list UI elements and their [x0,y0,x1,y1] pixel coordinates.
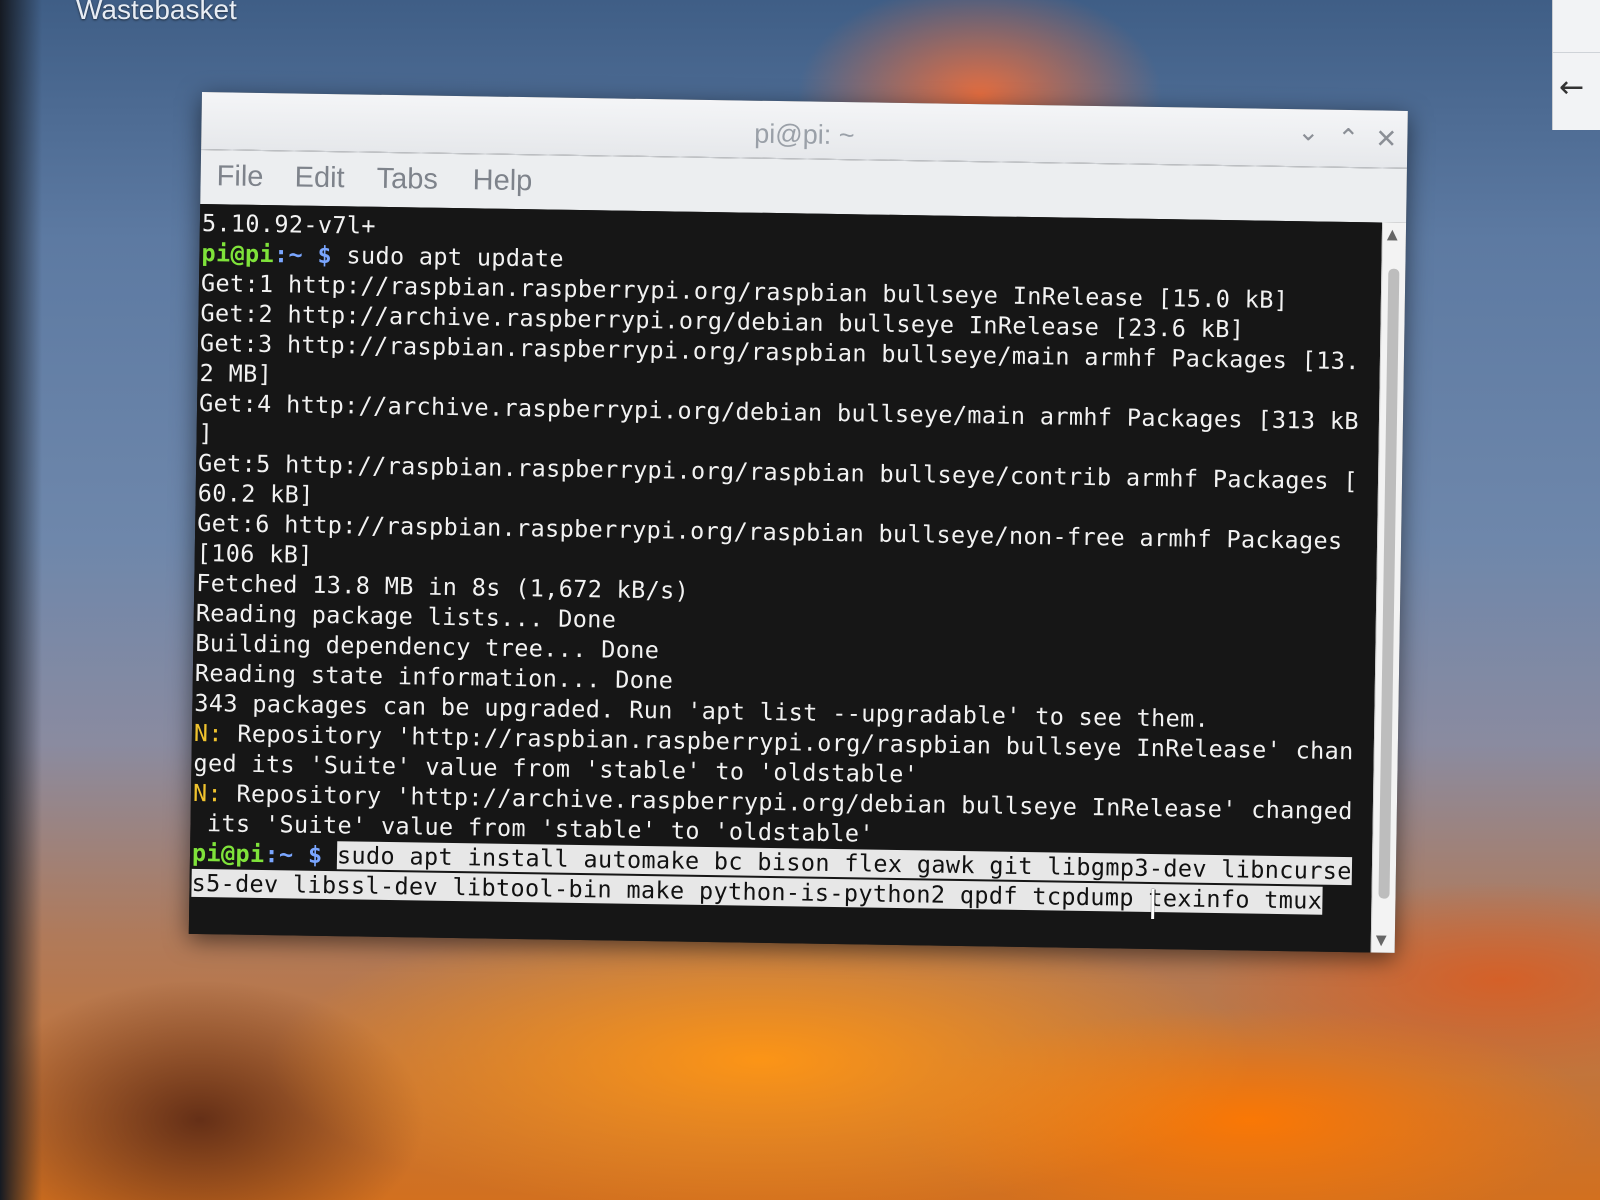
menu-help[interactable]: Help [472,164,532,198]
scrollbar-thumb[interactable] [1378,268,1400,899]
right-side-panel: ← [1552,0,1600,130]
prompt-path: :~ $ [273,240,333,270]
command-text: sudo apt update [331,241,565,273]
terminal-window: pi@pi: ~ ⌄ ⌃ ✕ File Edit Tabs Help 5.10.… [188,92,1408,953]
prompt-path: :~ $ [264,840,323,869]
wastebasket-label[interactable]: Wastebasket [76,0,237,26]
prompt-user: pi@pi [201,239,275,269]
minimize-button[interactable]: ⌄ [1297,117,1319,147]
terminal-output[interactable]: 5.10.92-v7l+ pi@pi:~ $ sudo apt update G… [188,203,1383,953]
panel-divider [1553,52,1600,53]
prompt-user: pi@pi [191,838,265,869]
close-button[interactable]: ✕ [1375,124,1397,154]
notice-prefix: N: [193,718,224,748]
back-arrow-icon[interactable]: ← [1559,70,1584,105]
menu-tabs[interactable]: Tabs [376,163,438,197]
scroll-down-arrow-icon[interactable]: ▼ [1376,933,1387,949]
desktop: Wastebasket ← pi@pi: ~ ⌄ ⌃ ✕ File Edit T… [0,0,1600,1200]
text-cursor-ibeam-icon [1151,889,1155,920]
notice-prefix: N: [192,778,223,808]
maximize-button[interactable]: ⌃ [1337,124,1359,154]
menu-file[interactable]: File [216,160,263,194]
scroll-up-arrow-icon[interactable]: ▲ [1387,227,1398,243]
menu-edit[interactable]: Edit [294,161,344,195]
